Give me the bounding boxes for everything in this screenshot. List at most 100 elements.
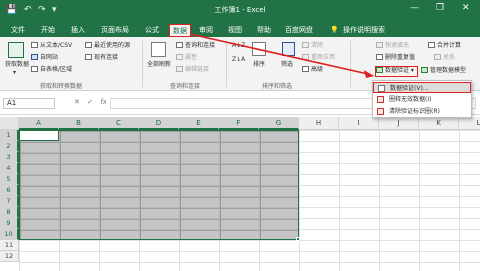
tab-insert[interactable]: 插入 xyxy=(68,24,88,37)
enter-icon[interactable]: ✓ xyxy=(87,98,93,106)
row-header-10[interactable]: 10 xyxy=(0,229,19,240)
clear-label: 清除 xyxy=(311,42,324,49)
queries-connections-button[interactable]: 查询和连接 xyxy=(176,42,215,50)
column-header-i[interactable]: I xyxy=(339,117,379,130)
tab-page-layout[interactable]: 页面布局 xyxy=(98,24,132,37)
cancel-icon[interactable]: ✕ xyxy=(74,98,80,106)
sort-descending-button[interactable]: Z↓A xyxy=(232,56,245,64)
row-header-3[interactable]: 3 xyxy=(0,152,19,163)
column-header-b[interactable]: B xyxy=(59,117,99,130)
ribbon-tabs: 文件 开始 插入 页面布局 公式 数据 审阅 视图 帮助 百度网盘 💡 操作说明… xyxy=(0,22,480,37)
data-validation-icon xyxy=(378,85,385,92)
row-header-11[interactable]: 11 xyxy=(0,240,19,251)
consolidate-icon xyxy=(428,42,435,48)
row-header-5[interactable]: 5 xyxy=(0,174,19,185)
dropdown-item-label: 清除验证标识圈(R) xyxy=(389,108,440,115)
dropdown-item-clear-circles[interactable]: 清除验证标识圈(R) xyxy=(373,106,471,117)
clear-button[interactable]: 清除 xyxy=(302,42,323,50)
column-header-l[interactable]: L xyxy=(459,117,480,130)
reapply-icon xyxy=(302,54,309,60)
circle-invalid-icon xyxy=(377,96,384,103)
edit-links-icon xyxy=(176,66,183,72)
flash-fill-button[interactable]: 快速填充 xyxy=(376,42,409,50)
reapply-button[interactable]: 重新应用 xyxy=(302,54,335,62)
sort-button[interactable]: 排序 xyxy=(253,61,265,69)
row-header-2[interactable]: 2 xyxy=(0,141,19,152)
column-header-k[interactable]: K xyxy=(419,117,459,130)
row-header-7[interactable]: 7 xyxy=(0,196,19,207)
properties-icon xyxy=(176,54,183,60)
manage-data-model-label: 管理数据模型 xyxy=(430,67,467,74)
flash-fill-icon xyxy=(376,42,383,48)
remove-duplicates-button[interactable]: 删除重复值 xyxy=(376,54,415,62)
relationships-button[interactable]: 关系 xyxy=(434,54,455,62)
tab-help[interactable]: 帮助 xyxy=(254,24,274,37)
remove-duplicates-label: 删除重复值 xyxy=(385,54,416,61)
worksheet-grid: ABCDEFGHIJKL 1 2 3 4 5 6 7 8 9 10 11 12 xyxy=(0,117,480,271)
excel-window: 💾 ↶ ↷ ▾ 工作簿1 - Excel — ❐ ✕ 文件 开始 插入 页面布局… xyxy=(0,0,480,271)
remove-duplicates-icon xyxy=(376,54,383,60)
column-header-e[interactable]: E xyxy=(179,117,219,130)
queries-connections-label: 查询和连接 xyxy=(185,42,216,49)
tab-home[interactable]: 开始 xyxy=(38,24,58,37)
ribbon-divider xyxy=(142,41,143,87)
tab-view[interactable]: 视图 xyxy=(225,24,245,37)
data-model-icon xyxy=(421,67,428,73)
row-header-12[interactable]: 12 xyxy=(0,251,19,262)
column-header-d[interactable]: D xyxy=(139,117,179,130)
recent-sources-icon xyxy=(85,42,92,48)
filter-button[interactable]: 筛选 xyxy=(281,61,293,69)
row-header-8[interactable]: 8 xyxy=(0,207,19,218)
sort-ascending-button[interactable]: A↓Z xyxy=(232,42,245,50)
name-box[interactable]: A1 xyxy=(3,98,55,109)
edit-links-button[interactable]: 编辑链接 xyxy=(176,66,209,74)
selected-range[interactable] xyxy=(19,130,299,240)
tab-formulas[interactable]: 公式 xyxy=(142,24,162,37)
column-header-h[interactable]: H xyxy=(299,117,339,130)
connections-icon xyxy=(85,54,92,60)
fill-handle[interactable] xyxy=(296,237,300,241)
row-header-6[interactable]: 6 xyxy=(0,185,19,196)
column-header-j[interactable]: J xyxy=(379,117,419,130)
from-text-csv-button[interactable]: 从文本/CSV xyxy=(31,42,72,50)
column-header-a[interactable]: A xyxy=(19,117,59,130)
tab-baidu-netdisk[interactable]: 百度网盘 xyxy=(282,24,316,37)
filter-icon xyxy=(282,42,295,56)
active-cell[interactable] xyxy=(19,130,59,141)
column-header-g[interactable]: G xyxy=(259,117,299,130)
consolidate-button[interactable]: 合并计算 xyxy=(428,42,461,50)
dropdown-item-circle-invalid[interactable]: 圈释无效数据(I) xyxy=(373,94,471,105)
existing-connections-label: 现有连接 xyxy=(94,54,119,61)
row-header-1[interactable]: 1 xyxy=(0,130,19,141)
existing-connections-button[interactable]: 现有连接 xyxy=(85,54,118,62)
recent-sources-button[interactable]: 最近使用的源 xyxy=(85,42,130,50)
recent-sources-label: 最近使用的源 xyxy=(94,42,131,49)
row-header-9[interactable]: 9 xyxy=(0,218,19,229)
manage-data-model-button[interactable]: 管理数据模型 xyxy=(421,67,466,75)
restore-icon[interactable]: ❐ xyxy=(436,3,444,13)
select-all-corner[interactable] xyxy=(0,117,19,130)
advanced-filter-button[interactable]: 高级 xyxy=(302,66,323,74)
tab-review[interactable]: 审阅 xyxy=(196,24,216,37)
close-icon[interactable]: ✕ xyxy=(462,3,470,13)
tab-file[interactable]: 文件 xyxy=(8,24,28,37)
minimize-icon[interactable]: — xyxy=(410,3,419,13)
refresh-all-button[interactable]: 全部刷新 xyxy=(147,61,171,69)
get-data-button[interactable]: 获取数据 xyxy=(5,61,29,69)
edit-links-label: 编辑链接 xyxy=(185,66,210,73)
dropdown-item-label: 数据验证(V)... xyxy=(390,85,429,92)
row-header-4[interactable]: 4 xyxy=(0,163,19,174)
insert-function-icon[interactable]: fx xyxy=(100,98,107,106)
column-header-c[interactable]: C xyxy=(99,117,139,130)
annotation-highlight-data-tab xyxy=(169,24,191,37)
advanced-icon xyxy=(302,66,309,72)
dropdown-item-data-validation[interactable]: 数据验证(V)... xyxy=(373,82,471,93)
properties-button[interactable]: 属性 xyxy=(176,54,197,62)
refresh-all-icon xyxy=(151,42,166,57)
from-web-button[interactable]: 自网站 xyxy=(31,54,58,62)
tell-me-search[interactable]: 操作说明搜索 xyxy=(340,24,388,37)
from-table-button[interactable]: 自表格/区域 xyxy=(31,66,72,74)
queries-icon xyxy=(176,42,183,48)
column-header-f[interactable]: F xyxy=(219,117,259,130)
clear-circles-icon xyxy=(377,108,384,115)
